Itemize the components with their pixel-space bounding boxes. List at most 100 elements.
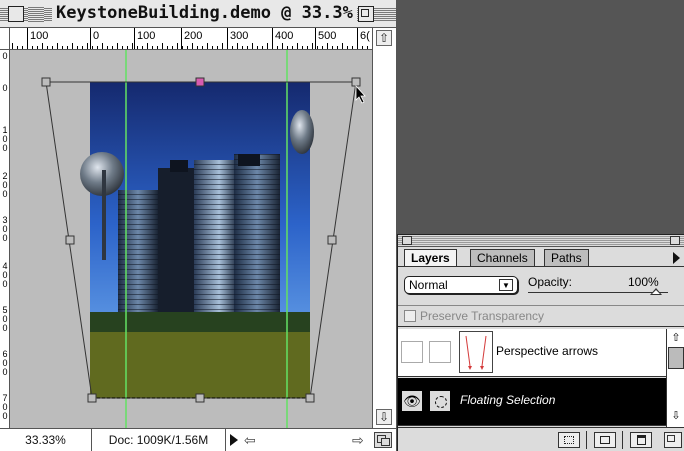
ruler-tick [152,46,153,49]
status-menu-arrow-icon[interactable] [230,434,238,446]
palette-button-bar [398,427,684,451]
ruler-tick [27,43,28,49]
scroll-right-arrow-icon[interactable]: ⇨ [352,432,364,449]
ruler-label: 6( [360,30,370,42]
palette-title-bar[interactable] [398,235,684,247]
ruler-tick [167,46,168,49]
palette-zoom-box-icon[interactable] [670,236,680,245]
scroll-down-arrow-icon[interactable]: ⇩ [376,409,392,425]
ruler-tick [162,43,163,49]
document-title-bar[interactable]: KeystoneBuilding.demo @ 33.3% [0,0,396,28]
tab-paths[interactable]: Paths [544,249,589,266]
ruler-tick [282,43,283,49]
layer-row[interactable]: Perspective arrows [398,329,666,377]
horizontal-ruler[interactable]: 100 0 100 200 300 400 500 6( [10,28,372,50]
document-size-info[interactable]: Doc: 1009K/1.56M [92,429,226,451]
ruler-label: 4 0 0 [2,261,8,289]
ruler-origin[interactable] [0,28,10,50]
ruler-tick [67,46,68,49]
palette-menu-arrow-icon[interactable] [673,252,680,264]
size-box-icon[interactable] [664,432,682,448]
scroll-down-arrow-icon[interactable]: ⇩ [668,409,684,423]
zoom-level[interactable]: 33.33% [0,429,92,451]
layer-visibility-toggle[interactable] [401,341,423,363]
status-bar: 33.33% Doc: 1009K/1.56M ⇦ ⇨ [0,428,396,451]
ruler-tick [207,43,208,49]
transform-handle[interactable] [195,77,205,87]
mask-icon[interactable] [558,432,580,448]
scroll-up-arrow-icon[interactable]: ⇧ [668,331,684,345]
ruler-tick [102,43,103,49]
ruler-tick [232,46,233,49]
ruler-tick [90,28,91,49]
ruler-tick [247,46,248,49]
transform-handle[interactable] [65,235,75,245]
ruler-tick [357,43,358,49]
trash-icon[interactable] [630,432,652,448]
tab-layers[interactable]: Layers [404,249,457,267]
ruler-tick [187,46,188,49]
marquee-icon[interactable] [429,390,451,412]
layer-edit-toggle[interactable] [429,341,451,363]
transform-handle[interactable] [41,77,51,87]
ruler-tick [227,46,228,49]
ruler-tick [242,46,243,49]
size-box-icon[interactable] [374,432,392,448]
ruler-tick [112,46,113,49]
image-canvas[interactable] [10,50,372,428]
tab-channels[interactable]: Channels [470,249,535,266]
layers-scrollbar[interactable]: ⇧ ⇩ [666,329,684,427]
ruler-label: 5 0 0 [2,305,8,333]
transform-handle[interactable] [351,77,361,87]
new-layer-icon[interactable] [594,432,616,448]
ruler-label: 100 [137,30,156,42]
ruler-tick [142,46,143,49]
transform-handle[interactable] [327,235,337,245]
ruler-tick [312,43,313,49]
preserve-transparency-label: Preserve Transparency [420,309,545,323]
arrows-thumbnail [465,335,487,370]
layer-row[interactable]: 👁 Floating Selection [398,378,666,426]
ruler-tick [352,46,353,49]
ruler-label: 0 [2,83,8,93]
opacity-slider-track[interactable] [528,292,668,293]
ruler-tick [302,46,303,49]
ruler-tick [22,46,23,49]
scroll-up-arrow-icon[interactable]: ⇧ [376,30,392,46]
preserve-transparency-checkbox[interactable] [404,310,416,322]
vertical-ruler[interactable]: 0 0 1 0 0 2 0 0 3 0 0 4 0 0 5 0 0 6 0 0 7 0 0 [0,50,10,428]
ruler-tick [307,46,308,49]
ruler-tick [87,43,88,49]
building-photo [80,82,310,398]
layer-name: Floating Selection [460,393,556,407]
ruler-tick [315,28,316,49]
ruler-tick [82,46,83,49]
ruler-label: 500 [318,30,337,42]
ruler-tick [267,43,268,49]
ruler-tick [147,43,148,49]
vertical-scrollbar[interactable]: ⇧ ⇩ [372,28,396,428]
ruler-tick [122,46,123,49]
opacity-slider-thumb[interactable] [650,288,662,295]
zoom-box-icon[interactable] [358,6,374,22]
ruler-tick [262,46,263,49]
scroll-left-arrow-icon[interactable]: ⇦ [244,432,256,449]
ruler-tick [137,46,138,49]
ruler-tick [202,46,203,49]
tab-divider [398,266,684,267]
scroll-thumb[interactable] [668,347,684,369]
ruler-tick [322,46,323,49]
palette-close-box-icon[interactable] [402,236,412,245]
eye-icon[interactable]: 👁 [401,390,423,412]
close-box-icon[interactable] [8,6,24,22]
button-divider [586,431,587,449]
ruler-label: 3 0 0 [2,215,8,243]
ruler-tick [177,43,178,49]
transform-handle[interactable] [87,393,97,403]
ruler-tick [252,43,253,49]
ruler-tick [367,46,368,49]
blend-mode-select[interactable]: Normal ▼ [404,276,518,294]
transform-handle[interactable] [305,393,315,403]
transform-handle[interactable] [195,393,205,403]
ruler-tick [217,46,218,49]
